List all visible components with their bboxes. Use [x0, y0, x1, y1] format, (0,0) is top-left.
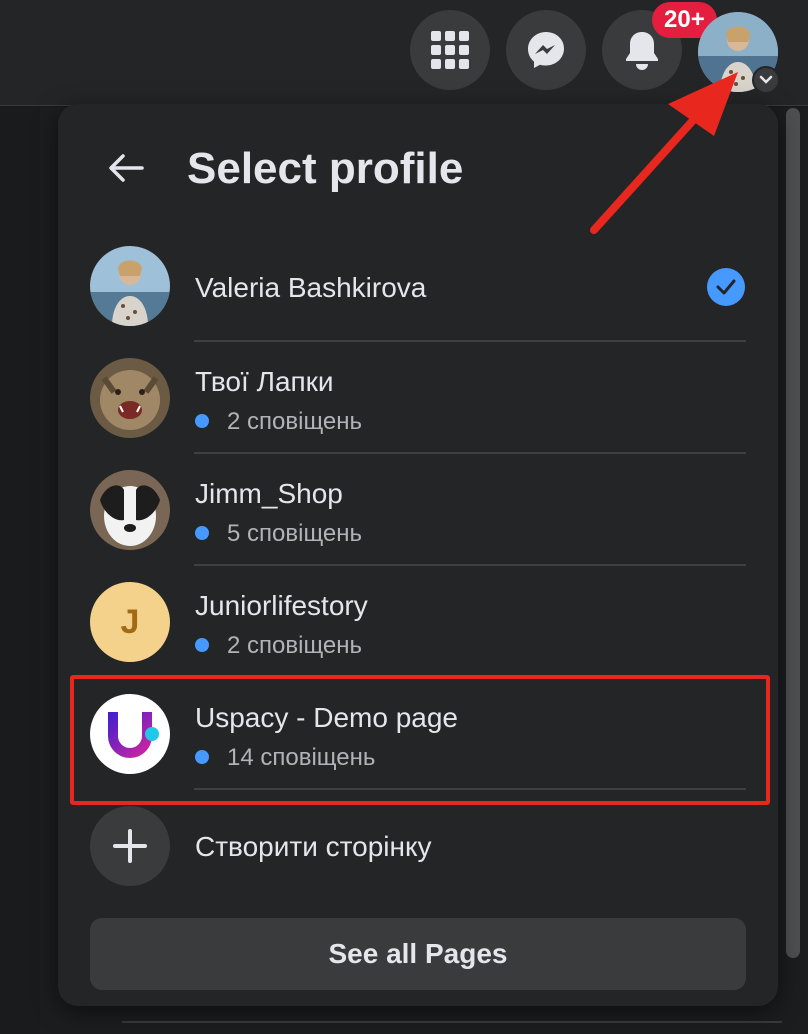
left-content-strip — [0, 107, 40, 1034]
panel-title: Select profile — [187, 144, 464, 193]
profile-name: Твої Лапки — [195, 366, 334, 397]
profile-name: Juniorlifestory — [195, 590, 368, 621]
annotation-highlight-box — [70, 675, 770, 805]
scrollbar[interactable] — [786, 108, 800, 958]
see-all-pages-button[interactable]: See all Pages — [90, 918, 746, 990]
create-page-button[interactable] — [90, 806, 170, 886]
unread-dot-icon — [195, 637, 209, 652]
messenger-button[interactable] — [506, 10, 586, 90]
profile-name: Valeria Bashkirova — [195, 272, 427, 303]
back-button[interactable] — [96, 138, 156, 198]
notification-count: 2 сповіщень — [195, 408, 362, 436]
messenger-icon — [528, 32, 564, 68]
grid-menu-icon — [431, 31, 469, 69]
chevron-down-icon — [759, 75, 773, 84]
avatar: J — [90, 582, 170, 662]
plus-icon — [113, 829, 147, 863]
avatar — [90, 470, 170, 550]
notification-count: 2 сповіщень — [195, 632, 362, 660]
row-divider — [194, 340, 746, 342]
selected-check-icon — [707, 268, 745, 306]
avatar — [90, 246, 170, 326]
profile-row-jimm-shop[interactable]: Jimm_Shop 5 сповіщень — [90, 470, 746, 582]
notification-count: 5 сповіщень — [195, 520, 362, 548]
bell-icon — [626, 32, 658, 70]
row-divider — [194, 452, 746, 454]
page: 20+ Select profile Valeria Bashkirova Тв… — [0, 0, 808, 1034]
profile-row-valeria[interactable]: Valeria Bashkirova — [90, 246, 746, 358]
top-navigation-bar: 20+ — [0, 0, 808, 106]
avatar-initial: J — [120, 602, 140, 641]
bottom-divider — [122, 1021, 782, 1023]
unread-dot-icon — [195, 525, 209, 540]
unread-dot-icon — [195, 413, 209, 428]
account-menu-chevron[interactable] — [752, 66, 780, 94]
profile-row-tvoi-lapky[interactable]: Твої Лапки 2 сповіщень — [90, 358, 746, 470]
profile-name: Jimm_Shop — [195, 478, 343, 509]
create-page-label[interactable]: Створити сторінку — [195, 831, 432, 863]
arrow-left-icon — [109, 154, 144, 182]
avatar — [90, 358, 170, 438]
row-divider — [194, 564, 746, 566]
menu-button[interactable] — [410, 10, 490, 90]
